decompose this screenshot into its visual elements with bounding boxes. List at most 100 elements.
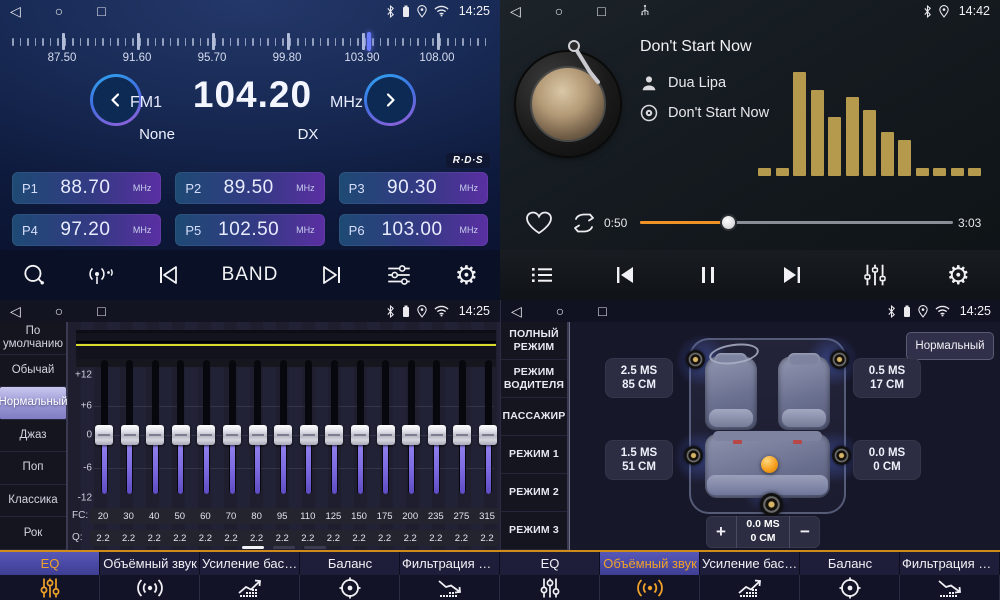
search-button[interactable] — [9, 255, 59, 295]
q-value-box[interactable]: 2.2 — [372, 530, 398, 546]
tab-right-4[interactable]: Баланс — [800, 552, 900, 600]
q-value-box[interactable]: 2.2 — [346, 530, 372, 546]
fc-value-box[interactable]: 315 — [474, 508, 500, 524]
preset-button-p2[interactable]: P289.50MHz — [175, 172, 324, 204]
fc-value-box[interactable]: 95 — [269, 508, 295, 524]
page-dash[interactable] — [273, 546, 295, 549]
listener-position-marker[interactable] — [761, 456, 778, 473]
delay-mode-item[interactable]: ПОЛНЫЙ РЕЖИМ — [501, 322, 567, 360]
eq-preset-item[interactable]: Классика — [0, 485, 66, 518]
eq-band-handle[interactable] — [121, 425, 139, 445]
eq-preset-item[interactable]: По умолчанию — [0, 322, 66, 355]
seek-knob[interactable] — [722, 216, 735, 229]
tab-left-3[interactable]: Усиление басов — [200, 552, 300, 600]
pause-button[interactable] — [683, 255, 733, 295]
playlist-button[interactable] — [517, 255, 567, 295]
fc-value-box[interactable]: 30 — [116, 508, 142, 524]
preset-button-p1[interactable]: P188.70MHz — [12, 172, 161, 204]
fc-value-box[interactable]: 200 — [397, 508, 423, 524]
recents-icon[interactable]: □ — [97, 0, 105, 22]
band-button[interactable]: BAND — [210, 255, 290, 295]
q-value-box[interactable]: 2.2 — [167, 530, 193, 546]
previous-station-button[interactable] — [143, 255, 193, 295]
eq-band-handle[interactable] — [223, 425, 241, 445]
front-left-speaker-icon[interactable] — [686, 350, 705, 369]
eq-band-handle[interactable] — [274, 425, 292, 445]
q-value-box[interactable]: 2.2 — [320, 530, 346, 546]
rear-right-speaker-icon[interactable] — [832, 446, 851, 465]
radio-eq-settings-button[interactable] — [374, 255, 424, 295]
eq-band-handle[interactable] — [249, 425, 267, 445]
q-value-box[interactable]: 2.2 — [269, 530, 295, 546]
eq-band-handle[interactable] — [453, 425, 471, 445]
q-value-box[interactable]: 2.2 — [423, 530, 449, 546]
eq-band-handle[interactable] — [351, 425, 369, 445]
home-icon[interactable]: ○ — [55, 300, 63, 322]
q-value-box[interactable]: 2.2 — [474, 530, 500, 546]
home-icon[interactable]: ○ — [555, 0, 563, 22]
fc-value-box[interactable]: 70 — [218, 508, 244, 524]
favorite-button[interactable] — [524, 210, 554, 236]
eq-preset-item[interactable]: Обычай — [0, 355, 66, 388]
eq-preset-item[interactable]: Рок — [0, 517, 66, 550]
q-value-box[interactable]: 2.2 — [244, 530, 270, 546]
delay-increase-button[interactable]: + — [706, 516, 736, 548]
back-icon[interactable]: ◁ — [10, 300, 21, 322]
next-track-button[interactable] — [767, 255, 817, 295]
radio-settings-button[interactable]: ⚙ — [441, 255, 491, 295]
tab-right-2[interactable]: Объёмный звук — [600, 552, 700, 600]
front-right-delay-box[interactable]: 0.5 MS 17 CM — [853, 358, 921, 398]
q-value-box[interactable]: 2.2 — [448, 530, 474, 546]
front-right-speaker-icon[interactable] — [830, 350, 849, 369]
fc-value-box[interactable]: 150 — [346, 508, 372, 524]
fc-value-box[interactable]: 60 — [192, 508, 218, 524]
tab-left-1[interactable]: EQ — [0, 552, 100, 600]
q-value-box[interactable]: 2.2 — [218, 530, 244, 546]
eq-preset-item[interactable]: Джаз — [0, 420, 66, 453]
delay-mode-item[interactable]: РЕЖИМ 2 — [501, 474, 567, 512]
q-value-box[interactable]: 2.2 — [295, 530, 321, 546]
fc-value-box[interactable]: 80 — [244, 508, 270, 524]
preset-button-p6[interactable]: P6103.00MHz — [339, 214, 488, 246]
seek-bar[interactable] — [640, 221, 953, 224]
repeat-button[interactable] — [568, 210, 600, 236]
home-icon[interactable]: ○ — [55, 0, 63, 22]
fc-value-box[interactable]: 110 — [295, 508, 321, 524]
page-dash[interactable] — [242, 546, 264, 549]
tab-left-5[interactable]: Фильтрация ба... — [400, 552, 500, 600]
fc-value-box[interactable]: 20 — [90, 508, 116, 524]
preset-button-p4[interactable]: P497.20MHz — [12, 214, 161, 246]
eq-preset-item[interactable]: Нормальный — [0, 387, 66, 420]
eq-band-handle[interactable] — [479, 425, 497, 445]
recents-icon[interactable]: □ — [97, 300, 105, 322]
fc-value-box[interactable]: 275 — [448, 508, 474, 524]
tab-right-3[interactable]: Усиление басов — [700, 552, 800, 600]
eq-band-handle[interactable] — [428, 425, 446, 445]
q-value-box[interactable]: 2.2 — [192, 530, 218, 546]
preset-button-p5[interactable]: P5102.50MHz — [175, 214, 324, 246]
eq-band-handle[interactable] — [197, 425, 215, 445]
back-icon[interactable]: ◁ — [510, 0, 521, 22]
previous-track-button[interactable] — [600, 255, 650, 295]
q-value-box[interactable]: 2.2 — [141, 530, 167, 546]
eq-band-handle[interactable] — [402, 425, 420, 445]
q-value-box[interactable]: 2.2 — [116, 530, 142, 546]
eq-band-handle[interactable] — [172, 425, 190, 445]
q-value-box[interactable]: 2.2 — [90, 530, 116, 546]
fc-value-box[interactable]: 175 — [372, 508, 398, 524]
back-icon[interactable]: ◁ — [511, 300, 522, 322]
delay-mode-item[interactable]: ПАССАЖИР — [501, 398, 567, 436]
home-icon[interactable]: ○ — [556, 300, 564, 322]
delay-decrease-button[interactable]: − — [790, 516, 820, 548]
rear-right-delay-box[interactable]: 0.0 MS 0 CM — [853, 440, 921, 480]
recents-icon[interactable]: □ — [598, 300, 606, 322]
rear-left-delay-box[interactable]: 1.5 MS 51 CM — [605, 440, 673, 480]
subwoofer-icon[interactable] — [760, 493, 783, 516]
next-station-button[interactable] — [307, 255, 357, 295]
rear-left-speaker-icon[interactable] — [684, 446, 703, 465]
eq-page-indicator[interactable] — [242, 546, 326, 549]
frequency-scale[interactable] — [10, 30, 490, 54]
delay-mode-item[interactable]: РЕЖИМ 1 — [501, 436, 567, 474]
tab-right-5[interactable]: Фильтрация ба... — [900, 552, 1000, 600]
fc-value-box[interactable]: 40 — [141, 508, 167, 524]
